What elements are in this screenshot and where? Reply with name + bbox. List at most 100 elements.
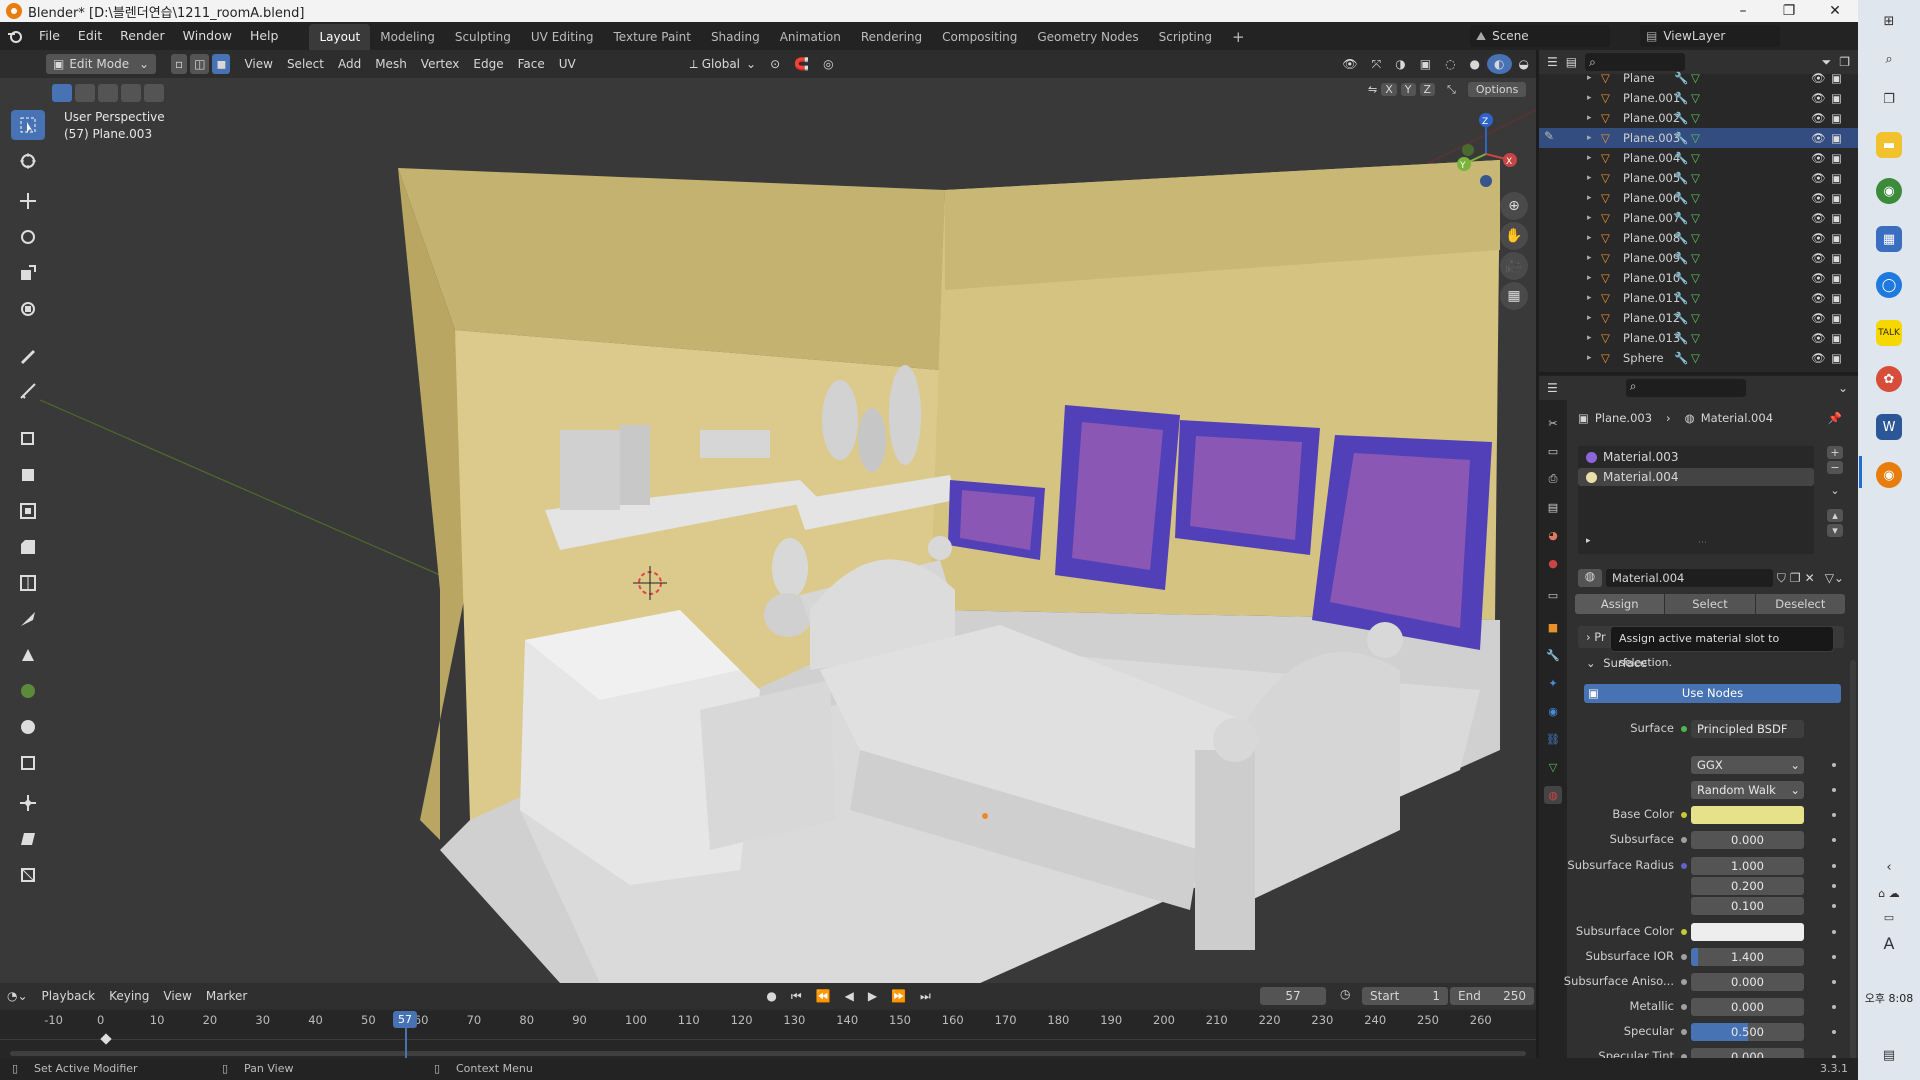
deselect-button[interactable]: Deselect (1755, 594, 1845, 614)
tab-sculpting[interactable]: Sculpting (445, 24, 521, 50)
view-layer-tab-icon[interactable]: ▤ (1544, 498, 1562, 516)
menu-face[interactable]: Face (511, 54, 552, 74)
xray-toggle-icon[interactable]: ▣ (1413, 54, 1438, 74)
camera-icon[interactable]: ▣ (1831, 111, 1842, 125)
inset-tool[interactable] (11, 496, 45, 526)
menu-vertex[interactable]: Vertex (414, 54, 467, 74)
menu-render[interactable]: Render (111, 22, 174, 50)
surface-panel-header[interactable]: ⌄ Surface (1578, 652, 1844, 674)
jump-end-icon[interactable]: ⏭ (913, 986, 938, 1006)
tab-geometry-nodes[interactable]: Geometry Nodes (1027, 24, 1148, 50)
scene-selector[interactable]: ⛰ Scene (1470, 25, 1610, 47)
tab-uv-editing[interactable]: UV Editing (521, 24, 604, 50)
transform-tool[interactable] (11, 294, 45, 324)
expand-arrow-icon[interactable]: ▸ (1587, 193, 1592, 203)
add-workspace-button[interactable]: + (1222, 24, 1255, 50)
camera-icon[interactable]: ▣ (1831, 271, 1842, 285)
particles-tab-icon[interactable]: ✦ (1544, 674, 1562, 692)
orientation-selector[interactable]: ⟂ Global ⌄ (683, 54, 763, 74)
edge-select-icon[interactable]: ◫ (190, 54, 210, 74)
field-value[interactable] (1691, 923, 1804, 941)
field-value[interactable]: 0.000 (1691, 998, 1804, 1016)
annotate-tool[interactable] (11, 340, 45, 370)
overlay-toggle-icon[interactable]: ◑ (1388, 54, 1412, 74)
display-mode-icon[interactable]: ▤ (1566, 55, 1577, 69)
close-button[interactable]: ✕ (1812, 0, 1858, 22)
camera-icon[interactable]: ▣ (1831, 171, 1842, 185)
field-value[interactable]: 0.100 (1691, 897, 1804, 915)
display-icon[interactable]: ▭ (1876, 904, 1902, 930)
pan-hand-icon[interactable]: ✋ (1500, 222, 1528, 250)
material-name-field[interactable]: Material.004 (1606, 569, 1773, 587)
eye-icon[interactable]: 👁 (1811, 191, 1826, 205)
menu-select[interactable]: Select (280, 54, 331, 74)
end-frame-field[interactable]: End 250 (1450, 987, 1534, 1005)
perspective-grid-icon[interactable]: ▦ (1500, 282, 1528, 310)
camera-icon[interactable]: ▣ (1831, 311, 1842, 325)
mirror-x[interactable]: X (1381, 83, 1397, 96)
tab-modeling[interactable]: Modeling (370, 24, 445, 50)
remove-slot-icon[interactable]: − (1827, 461, 1843, 474)
outliner-row[interactable]: ▸ ▽ Plane 🔧 ▽ 👁 ▣ (1539, 68, 1858, 88)
outliner-row[interactable]: ▸ ▽ Plane.010 🔧 ▽ 👁 ▣ (1539, 268, 1858, 288)
expand-arrow-icon[interactable]: ▸ (1587, 93, 1592, 103)
play-reverse-icon[interactable]: ◀ (838, 986, 861, 1006)
collection-tab-icon[interactable]: ▭ (1544, 586, 1562, 604)
field-value[interactable]: 0.500 (1691, 1023, 1804, 1041)
menu-edit[interactable]: Edit (69, 22, 111, 50)
smooth-tool[interactable] (11, 712, 45, 742)
field-value[interactable] (1691, 806, 1804, 824)
keyframe-dot-icon[interactable] (1832, 884, 1836, 888)
select-extend-icon[interactable] (75, 84, 95, 102)
material-slot[interactable]: Material.003 (1578, 448, 1814, 466)
network-icon[interactable]: ⌂ ☁ (1876, 880, 1902, 906)
eye-icon[interactable]: 👁 (1811, 211, 1826, 225)
camera-icon[interactable]: ▣ (1831, 251, 1842, 265)
menu-view[interactable]: View (237, 54, 279, 74)
start-menu-icon[interactable]: ⊞ (1876, 8, 1902, 34)
expand-icon[interactable]: ▸ (1586, 536, 1591, 546)
mirror-y[interactable]: Y (1400, 83, 1416, 96)
start-frame-field[interactable]: Start 1 (1362, 987, 1448, 1005)
solid-shading-icon[interactable]: ● (1463, 54, 1487, 74)
camera-icon[interactable]: ▣ (1831, 331, 1842, 345)
expand-arrow-icon[interactable]: ▸ (1587, 113, 1592, 123)
keyframe-dot-icon[interactable] (1832, 980, 1836, 984)
wireframe-shading-icon[interactable]: ◌ (1438, 54, 1462, 74)
menu-keying[interactable]: Keying (102, 986, 156, 1006)
extrude-tool[interactable] (11, 460, 45, 490)
eye-icon[interactable]: 👁 (1811, 231, 1826, 245)
field-value[interactable]: 1.400 (1691, 948, 1804, 966)
link-dropdown-icon[interactable]: ▽⌄ (1825, 571, 1844, 585)
outliner-row[interactable]: ▸ ▽ Plane.007 🔧 ▽ 👁 ▣ (1539, 208, 1858, 228)
tab-compositing[interactable]: Compositing (932, 24, 1027, 50)
eye-icon[interactable]: 👁 (1811, 271, 1826, 285)
kakaotalk-icon[interactable]: TALK (1876, 320, 1902, 346)
pin-icon[interactable]: 📌 (1828, 411, 1842, 425)
timeline-scrollbar[interactable] (10, 1051, 1526, 1056)
menu-mesh[interactable]: Mesh (368, 54, 414, 74)
render-tab-icon[interactable]: ▭ (1544, 442, 1562, 460)
distribution-dropdown[interactable]: GGX ⌄ (1691, 756, 1804, 774)
mode-selector[interactable]: ▣ Edit Mode ⌄ (46, 54, 156, 74)
outliner-row[interactable]: ▸ ▽ Plane.011 🔧 ▽ 👁 ▣ (1539, 288, 1858, 308)
rotate-tool[interactable] (11, 222, 45, 252)
field-value[interactable]: 0.000 (1691, 831, 1804, 849)
playhead-frame-label[interactable]: 57 (393, 1011, 417, 1028)
surface-shader-field[interactable]: Principled BSDF (1691, 720, 1804, 738)
timeline-editor-icon[interactable]: ◔⌄ (0, 986, 35, 1006)
gizmo-toggle-icon[interactable]: ⤧ (1365, 54, 1389, 74)
calculator-icon[interactable]: ▦ (1876, 226, 1902, 252)
shear-tool[interactable] (11, 824, 45, 854)
expand-arrow-icon[interactable]: ▸ (1587, 173, 1592, 183)
3d-viewport[interactable]: ▣ Edit Mode ⌄ ▫ ◫ ◼ View Select Add Mesh… (0, 50, 1536, 983)
add-cube-tool[interactable] (11, 422, 45, 452)
tool-tab-icon[interactable]: ✂ (1544, 414, 1562, 432)
use-nodes-button[interactable]: ▣ Use Nodes (1584, 684, 1841, 703)
select-new-icon[interactable] (52, 84, 72, 102)
outliner-row[interactable]: ▸ ▽ Plane.004 🔧 ▽ 👁 ▣ (1539, 148, 1858, 168)
expand-arrow-icon[interactable]: ▸ (1587, 273, 1592, 283)
properties-scrollbar[interactable] (1850, 660, 1856, 1060)
constraint-tab-icon[interactable]: ⛓ (1544, 730, 1562, 748)
eye-icon[interactable]: 👁 (1811, 151, 1826, 165)
